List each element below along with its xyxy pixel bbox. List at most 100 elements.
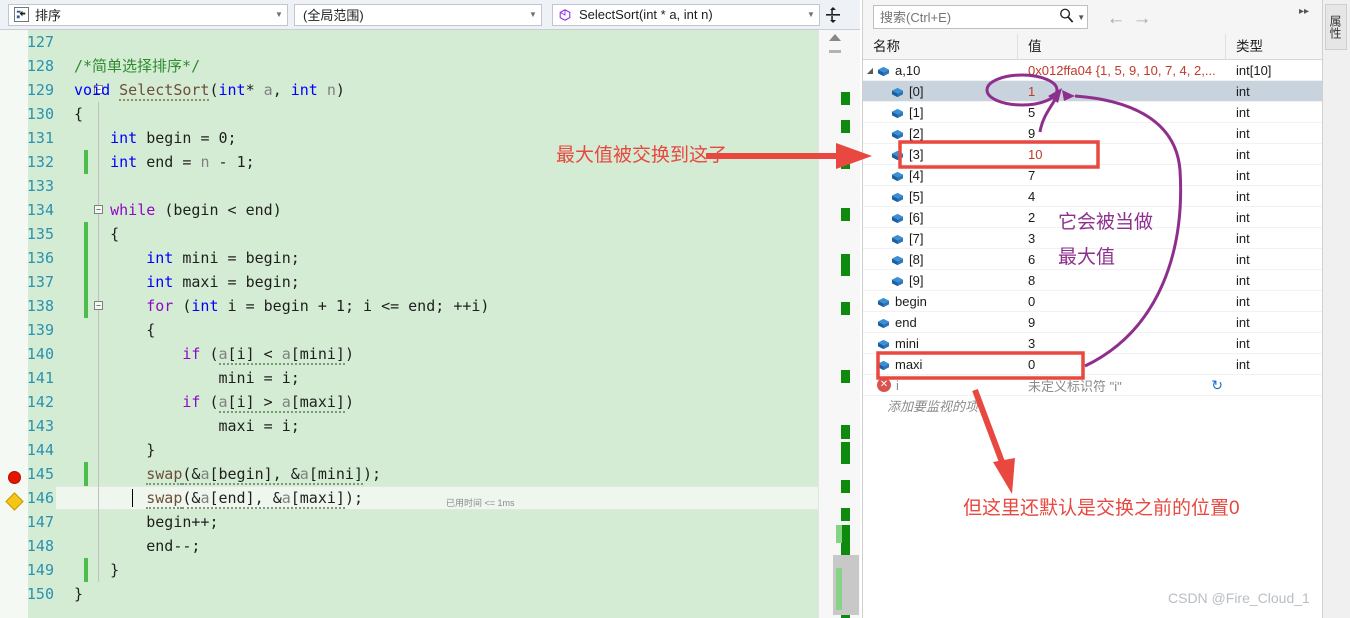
variable-name-cell[interactable]: ✕ i <box>863 378 1018 393</box>
code-content: begin++; <box>146 513 219 531</box>
chevron-down-icon[interactable]: ▼ <box>271 5 287 25</box>
variable-name-cell[interactable]: [7] <box>863 231 1018 246</box>
watch-tool-window: ▼ ← → 名称 值 类型 ◢ a,10 0x012ffa04 {1, <box>862 0 1350 618</box>
variable-value-cell[interactable]: 0x012ffa04 {1, 5, 9, 10, 7, 4, 2,... <box>1018 63 1226 78</box>
table-row[interactable]: [2] 9 int <box>863 123 1350 144</box>
table-row[interactable]: [1] 5 int <box>863 102 1350 123</box>
variable-value-cell[interactable]: 0 <box>1018 294 1226 309</box>
variable-name-cell[interactable]: [0] <box>863 84 1018 99</box>
variable-value-cell[interactable]: 3 <box>1018 231 1226 246</box>
change-marker <box>841 370 850 383</box>
breakpoint-icon[interactable] <box>8 471 21 484</box>
chevron-down-icon[interactable]: ▼ <box>525 5 541 25</box>
variable-cube-icon <box>877 65 890 76</box>
watch-search-box[interactable]: ▼ <box>873 5 1088 29</box>
variable-name-cell[interactable]: maxi <box>863 357 1018 372</box>
table-row[interactable]: [7] 3 int <box>863 228 1350 249</box>
variable-cube-icon <box>877 338 890 349</box>
table-row[interactable]: [0] 1 int <box>863 81 1350 102</box>
variable-name-cell[interactable]: [5] <box>863 189 1018 204</box>
project-icon <box>12 7 30 23</box>
variable-name-cell[interactable]: end <box>863 315 1018 330</box>
code-line: 140 if (a[i] < a[mini]) <box>27 342 818 366</box>
variable-value-cell[interactable]: 4 <box>1018 189 1226 204</box>
variable-value-cell[interactable]: 2 <box>1018 210 1226 225</box>
table-row[interactable]: [4] 7 int <box>863 165 1350 186</box>
project-selector-combobox[interactable]: 排序 ▼ <box>8 3 288 26</box>
navigate-back-button[interactable]: ← <box>1105 8 1127 30</box>
variable-value-cell[interactable]: 8 <box>1018 273 1226 288</box>
code-content: { <box>74 105 84 123</box>
variable-value-cell[interactable]: 未定义标识符 "i" <box>1018 376 1226 395</box>
watch-variables-grid[interactable]: 名称 值 类型 ◢ a,10 0x012ffa04 {1, 5, 9, 10, … <box>863 33 1350 618</box>
table-row[interactable]: [6] 2 int <box>863 207 1350 228</box>
variable-name-cell[interactable]: [9] <box>863 273 1018 288</box>
code-content: if (a[i] > a[maxi]) <box>182 393 354 413</box>
function-selector-combobox[interactable]: SelectSort(int * a, int n) ▼ <box>552 3 820 26</box>
toolbar-overflow-icon[interactable]: ▸▸ <box>1299 6 1309 17</box>
line-number: 133 <box>26 177 54 195</box>
variable-name-cell[interactable]: [4] <box>863 168 1018 183</box>
variable-name-cell[interactable]: [1] <box>863 105 1018 120</box>
search-icon[interactable] <box>1056 7 1077 27</box>
table-row[interactable]: end 9 int <box>863 312 1350 333</box>
variable-value-cell[interactable]: 6 <box>1018 252 1226 267</box>
split-editor-button[interactable] <box>822 3 844 27</box>
table-row[interactable]: begin 0 int <box>863 291 1350 312</box>
variable-name-cell[interactable]: mini <box>863 336 1018 351</box>
table-row[interactable]: [3] 10 int <box>863 144 1350 165</box>
watch-toolbar: ▼ ← → <box>863 0 1350 34</box>
variable-name-cell[interactable]: [2] <box>863 126 1018 141</box>
scrollbar-track-marker <box>829 50 841 53</box>
code-line: 147 begin++; <box>27 510 818 534</box>
caret-down-icon[interactable]: ▼ <box>1077 13 1087 22</box>
tool-window-tab-properties[interactable]: 属性 <box>1325 4 1347 50</box>
code-line: 137 int maxi = begin; <box>27 270 818 294</box>
variable-name-cell[interactable]: begin <box>863 294 1018 309</box>
table-row[interactable]: mini 3 int <box>863 333 1350 354</box>
variable-value-cell[interactable]: 5 <box>1018 105 1226 120</box>
code-line: 136 int mini = begin; <box>27 246 818 270</box>
table-row[interactable]: maxi 0 int <box>863 354 1350 375</box>
variable-value-cell[interactable]: 1 <box>1018 84 1226 99</box>
table-row[interactable]: [8] 6 int <box>863 249 1350 270</box>
table-row[interactable]: [5] 4 int <box>863 186 1350 207</box>
table-row[interactable]: [9] 8 int <box>863 270 1350 291</box>
table-row-error[interactable]: ✕ i 未定义标识符 "i" ↻ <box>863 375 1350 396</box>
add-watch-placeholder-row[interactable]: 添加要监视的项 <box>863 396 1350 417</box>
editor-vertical-scrollbar[interactable] <box>818 30 860 618</box>
column-header-name[interactable]: 名称 <box>863 33 1018 60</box>
variable-name-cell[interactable]: [8] <box>863 252 1018 267</box>
variable-value-cell[interactable]: 9 <box>1018 126 1226 141</box>
expander-collapse-icon[interactable]: ◢ <box>863 66 877 75</box>
variable-name-cell[interactable]: [3] <box>863 147 1018 162</box>
variable-name: [3] <box>909 146 924 162</box>
code-line: 141 mini = i; <box>27 366 818 390</box>
refresh-icon[interactable]: ↻ <box>1211 377 1223 394</box>
variable-value-cell[interactable]: 10 <box>1018 147 1226 162</box>
table-row[interactable]: ◢ a,10 0x012ffa04 {1, 5, 9, 10, 7, 4, 2,… <box>863 60 1350 81</box>
code-line: 129 − void SelectSort(int* a, int n) <box>27 78 818 102</box>
change-marker <box>836 568 842 610</box>
variable-value-cell[interactable]: 7 <box>1018 168 1226 183</box>
code-editor[interactable]: 127 128 /*简单选择排序*/ 129 − void SelectSort… <box>0 30 860 618</box>
variable-value-cell[interactable]: 9 <box>1018 315 1226 330</box>
scope-selector-combobox[interactable]: (全局范围) ▼ <box>294 3 542 26</box>
scroll-up-arrow-icon[interactable] <box>829 34 841 41</box>
variable-name: [6] <box>909 209 924 225</box>
chevron-down-icon[interactable]: ▼ <box>803 5 819 25</box>
variable-name-cell[interactable]: [6] <box>863 210 1018 225</box>
variable-name-cell[interactable]: ◢ a,10 <box>863 63 1018 78</box>
navigate-forward-button[interactable]: → <box>1131 8 1153 30</box>
code-content: } <box>74 585 84 603</box>
line-number: 139 <box>26 321 54 339</box>
code-content: int end = n - 1; <box>110 153 255 171</box>
line-number: 135 <box>26 225 54 243</box>
search-input[interactable] <box>874 9 1056 25</box>
code-text-area[interactable]: 127 128 /*简单选择排序*/ 129 − void SelectSort… <box>27 30 846 618</box>
method-icon <box>556 7 574 23</box>
function-selector-label: SelectSort(int * a, int n) <box>579 7 713 22</box>
column-header-value[interactable]: 值 <box>1018 33 1226 60</box>
variable-value-cell[interactable]: 3 <box>1018 336 1226 351</box>
variable-value-cell[interactable]: 0 <box>1018 357 1226 372</box>
